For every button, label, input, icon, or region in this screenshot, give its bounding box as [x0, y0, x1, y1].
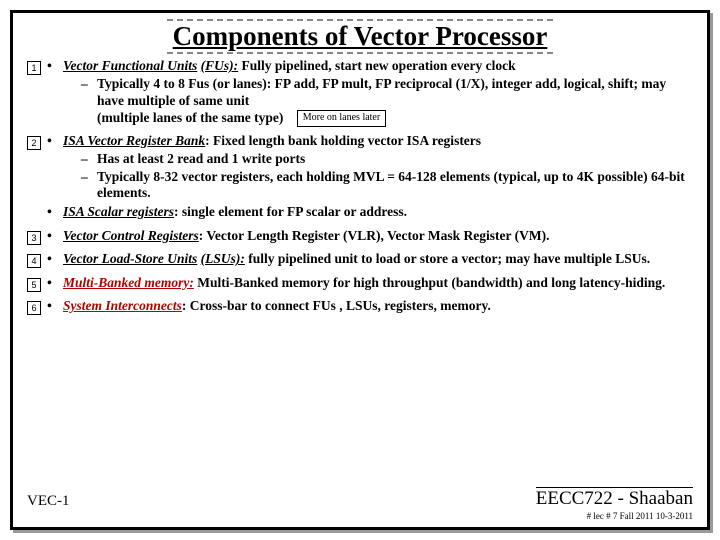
number-badge: 6	[27, 301, 41, 315]
dash-marker: –	[81, 76, 97, 93]
component-row: 3 • Vector Control Registers: Vector Len…	[27, 228, 693, 246]
footer-meta: # lec # 7 Fall 2011 10-3-2011	[27, 511, 693, 521]
slide-frame: Components of Vector Processor 1 • Vecto…	[10, 10, 710, 530]
bullet-marker: •	[47, 204, 63, 222]
component-body: System Interconnects: Cross-bar to conne…	[63, 298, 693, 315]
dash-marker: –	[81, 169, 97, 186]
sub-bullet: – Has at least 2 read and 1 write ports	[63, 151, 693, 168]
title-wrap: Components of Vector Processor	[27, 19, 693, 54]
component-paren: (LSUs):	[201, 251, 245, 266]
component-body: Multi-Banked memory: Multi-Banked memory…	[63, 275, 693, 292]
number-badge: 5	[27, 278, 41, 292]
component-term: Vector Functional Units	[63, 58, 197, 73]
number-badge: 1	[27, 61, 41, 75]
slide-title: Components of Vector Processor	[167, 19, 554, 54]
course-label: EECC722 - Shaaban	[536, 487, 693, 510]
component-body: ISA Scalar registers: single element for…	[63, 204, 693, 221]
bullet-marker: •	[47, 228, 63, 246]
number-badge: 4	[27, 254, 41, 268]
slide-number: VEC-1	[27, 493, 70, 510]
content-area: 1 • Vector Functional Units (FUs): Fully…	[27, 58, 693, 316]
component-row: 1 • Vector Functional Units (FUs): Fully…	[27, 58, 693, 127]
component-rest: Multi-Banked memory for high throughput …	[194, 275, 665, 290]
component-term: Multi-Banked memory:	[63, 275, 194, 290]
bullet-marker: •	[47, 298, 63, 316]
component-row: • ISA Scalar registers: single element f…	[27, 204, 693, 222]
component-paren: (FUs):	[201, 58, 239, 73]
sub-text: Has at least 2 read and 1 write ports	[97, 151, 693, 168]
component-row: 5 • Multi-Banked memory: Multi-Banked me…	[27, 275, 693, 293]
component-term: ISA Scalar registers	[63, 204, 174, 219]
component-term: Vector Load-Store Units	[63, 251, 197, 266]
component-rest: : Cross-bar to connect FUs , LSUs, regis…	[182, 298, 491, 313]
component-body: Vector Load-Store Units (LSUs): fully pi…	[63, 251, 693, 268]
number-badge: 2	[27, 136, 41, 150]
component-row: 6 • System Interconnects: Cross-bar to c…	[27, 298, 693, 316]
sub-text: Typically 8-32 vector registers, each ho…	[97, 169, 693, 203]
tail-line: (multiple lanes of the same type) More o…	[63, 110, 693, 127]
footer-top: VEC-1 EECC722 - Shaaban	[27, 487, 693, 510]
component-row: 4 • Vector Load-Store Units (LSUs): full…	[27, 251, 693, 269]
component-rest: fully pipelined unit to load or store a …	[245, 251, 650, 266]
bullet-marker: •	[47, 275, 63, 293]
component-row: 2 • ISA Vector Register Bank: Fixed leng…	[27, 133, 693, 203]
component-body: ISA Vector Register Bank: Fixed length b…	[63, 133, 693, 203]
footer: VEC-1 EECC722 - Shaaban # lec # 7 Fall 2…	[27, 487, 693, 521]
component-rest: : Fixed length bank holding vector ISA r…	[205, 133, 481, 148]
component-rest: Fully pipelined, start new operation eve…	[238, 58, 515, 73]
component-term: System Interconnects	[63, 298, 182, 313]
bullet-marker: •	[47, 58, 63, 76]
component-body: Vector Functional Units (FUs): Fully pip…	[63, 58, 693, 127]
component-body: Vector Control Registers: Vector Length …	[63, 228, 693, 245]
note-box: More on lanes later	[297, 110, 386, 127]
component-rest: : Vector Length Register (VLR), Vector M…	[199, 228, 550, 243]
component-term: ISA Vector Register Bank	[63, 133, 205, 148]
sub-bullet: – Typically 4 to 8 Fus (or lanes): FP ad…	[63, 76, 693, 110]
bullet-marker: •	[47, 251, 63, 269]
component-term: Vector Control Registers	[63, 228, 199, 243]
bullet-marker: •	[47, 133, 63, 151]
sub-text: Typically 4 to 8 Fus (or lanes): FP add,…	[97, 76, 693, 110]
dash-marker: –	[81, 151, 97, 168]
sub-bullet: – Typically 8-32 vector registers, each …	[63, 169, 693, 203]
number-badge: 3	[27, 231, 41, 245]
component-rest: : single element for FP scalar or addres…	[174, 204, 407, 219]
